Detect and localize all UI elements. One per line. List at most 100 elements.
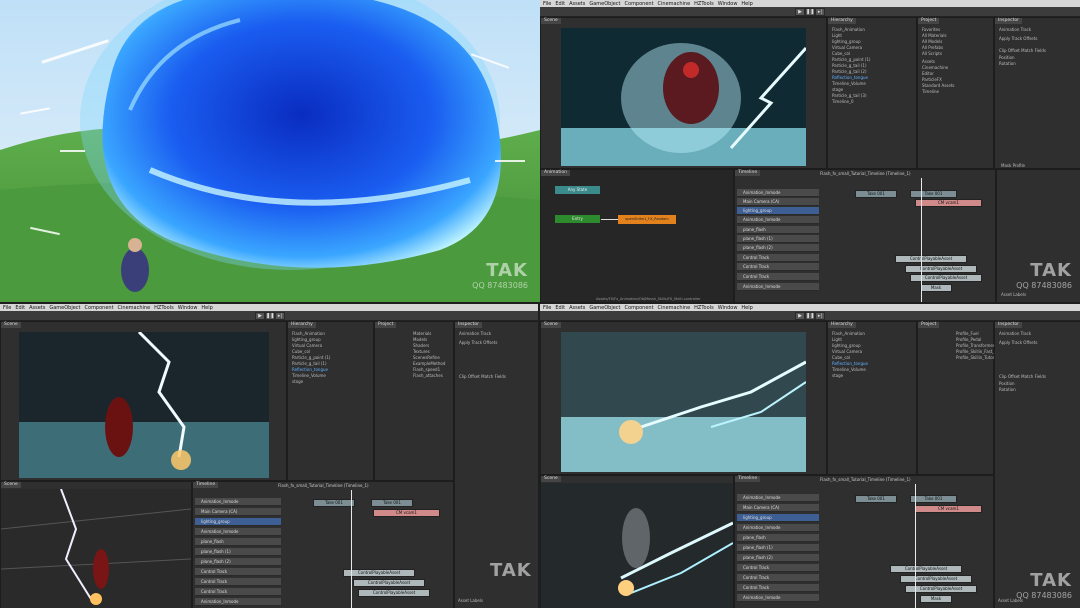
timeline-track[interactable]: Control Track (737, 564, 819, 572)
timeline-track[interactable]: Control Track (195, 588, 281, 596)
menu-gameobject[interactable]: GameObject (49, 305, 80, 311)
inspector-tab[interactable]: Inspector (995, 322, 1022, 328)
project-item[interactable]: All Materials (922, 33, 947, 38)
timeline-tab[interactable]: Timeline (735, 476, 761, 482)
hierarchy-item[interactable]: Cube_col (832, 51, 850, 56)
timeline-clip[interactable]: Take 001 (910, 190, 957, 198)
hierarchy-item[interactable]: Cube_col (832, 355, 850, 360)
timeline-track[interactable]: Control Track (737, 584, 819, 592)
hierarchy-item-selected[interactable]: Reflection_tongue (832, 75, 868, 80)
hierarchy-item[interactable]: Flash_Animation (832, 27, 865, 32)
timeline-track[interactable]: Animation_Inmode (737, 524, 819, 532)
project-item[interactable]: Assets (922, 59, 935, 64)
hierarchy-tab[interactable]: Hierarchy (828, 322, 856, 328)
project-item[interactable]: Standard Assets (922, 83, 955, 88)
any-state-node[interactable]: Any State (555, 186, 600, 194)
timeline-clip[interactable]: ControlPlayableAsset (890, 565, 962, 573)
hierarchy-item[interactable]: lighting_group (832, 343, 861, 348)
playhead[interactable] (915, 484, 916, 608)
menu-edit[interactable]: Edit (555, 1, 565, 7)
hierarchy-item[interactable]: lighting_group (832, 39, 861, 44)
hierarchy-item[interactable]: Particle_g_tail (3) (832, 93, 867, 98)
timeline-clip[interactable]: Take 001 (371, 499, 413, 507)
menu-component[interactable]: Component (85, 305, 114, 311)
timeline-track[interactable]: Control Track (737, 254, 819, 262)
timeline-track[interactable]: plane_flash (737, 226, 819, 234)
hierarchy-tab[interactable]: Hierarchy (288, 322, 316, 328)
timeline-clip[interactable]: ControlPlayableAsset (905, 265, 977, 273)
hierarchy-item[interactable]: Particle_g_tail (2) (832, 69, 867, 74)
timeline-track-selected[interactable]: lighting_group (195, 518, 281, 526)
menu-window[interactable]: Window (178, 305, 198, 311)
timeline-track[interactable]: Animation_Inmode (737, 283, 819, 291)
timeline-track[interactable]: Animation_Inmode (737, 494, 819, 502)
play-button[interactable]: ▶ (795, 312, 805, 320)
step-button[interactable]: ▸| (815, 8, 825, 16)
menu-file[interactable]: File (3, 305, 11, 311)
timeline-track[interactable]: Control Track (737, 263, 819, 271)
hierarchy-item[interactable]: Timeline_Volume (292, 373, 326, 378)
asset-file[interactable]: ScenesRefine (413, 355, 440, 360)
menu-hztools[interactable]: HZTools (154, 305, 174, 311)
project-item[interactable]: Favorites (922, 27, 940, 32)
timeline-track[interactable]: Animation_Inmode (737, 189, 819, 197)
hierarchy-item[interactable]: Timeline_Volume (832, 81, 866, 86)
scene-tab[interactable]: Scene (541, 322, 561, 328)
scene-tab[interactable]: Scene (541, 476, 561, 482)
step-button[interactable]: ▸| (815, 312, 825, 320)
timeline-track[interactable]: Animation_Inmode (195, 528, 281, 536)
menu-window[interactable]: Window (718, 1, 738, 7)
hierarchy-item[interactable]: Cube_col (292, 349, 310, 354)
scene-tab[interactable]: Scene (1, 322, 21, 328)
timeline-clip[interactable]: Take 001 (910, 495, 957, 503)
timeline-track[interactable]: Control Track (737, 574, 819, 582)
timeline-clip[interactable]: ControlPlayableAsset (895, 255, 967, 263)
asset-file[interactable]: ExampleMethod (413, 361, 445, 366)
menu-assets[interactable]: Assets (569, 305, 585, 311)
asset-file[interactable]: Flash_attaches (413, 373, 443, 378)
asset-file[interactable]: Profile_Fuel (956, 331, 979, 336)
timeline-clip[interactable]: ControlPlayableAsset (343, 569, 415, 577)
timeline-track[interactable]: plane_flash (1) (737, 544, 819, 552)
inspector-tab[interactable]: Inspector (995, 18, 1022, 24)
menu-help[interactable]: Help (201, 305, 212, 311)
play-button[interactable]: ▶ (255, 312, 265, 320)
timeline-clip[interactable]: ControlPlayableAsset (900, 575, 972, 583)
asset-file[interactable]: Models (413, 337, 427, 342)
hierarchy-item[interactable]: Virtual Camera (292, 343, 322, 348)
menu-cinemachine[interactable]: Cinemachine (118, 305, 151, 311)
menu-help[interactable]: Help (741, 1, 752, 7)
asset-file[interactable]: Profile_Skillin_Tutorial (956, 355, 999, 360)
hierarchy-item[interactable]: stage (832, 87, 843, 92)
asset-file[interactable]: Flash_speed1 (413, 367, 440, 372)
timeline-clip[interactable]: ControlPlayableAsset (353, 579, 425, 587)
menu-assets[interactable]: Assets (29, 305, 45, 311)
timeline-track[interactable]: Main Camera (CA) (737, 198, 819, 206)
hierarchy-item-selected[interactable]: Reflection_tongue (832, 361, 868, 366)
menu-gameobject[interactable]: GameObject (589, 305, 620, 311)
asset-file[interactable]: Profile_Transformer (956, 343, 994, 348)
hierarchy-item[interactable]: Timeline_Volume (832, 367, 866, 372)
timeline-track[interactable]: Animation_Inmode (737, 594, 819, 602)
hierarchy-item[interactable]: Virtual Camera (832, 349, 862, 354)
hierarchy-tab[interactable]: Hierarchy (828, 18, 856, 24)
menu-edit[interactable]: Edit (555, 305, 565, 311)
menu-help[interactable]: Help (741, 305, 752, 311)
timeline-track[interactable]: plane_flash (1) (195, 548, 281, 556)
timeline-track[interactable]: Control Track (195, 578, 281, 586)
timeline-track[interactable]: Control Track (737, 273, 819, 281)
menu-cinemachine[interactable]: Cinemachine (658, 305, 691, 311)
pause-button[interactable]: ❚❚ (805, 8, 815, 16)
project-item[interactable]: Timeline (922, 89, 939, 94)
project-tab[interactable]: Project (918, 322, 940, 328)
timeline-clip[interactable]: CM vcam1 (915, 199, 982, 207)
project-tab[interactable]: Project (375, 322, 397, 328)
hierarchy-item[interactable]: Virtual Camera (832, 45, 862, 50)
hierarchy-item[interactable]: Light (832, 337, 842, 342)
timeline-track[interactable]: plane_flash (195, 538, 281, 546)
pause-button[interactable]: ❚❚ (805, 312, 815, 320)
menu-file[interactable]: File (543, 305, 551, 311)
asset-file[interactable]: Profile_Pedal (956, 337, 981, 342)
menu-component[interactable]: Component (625, 305, 654, 311)
timeline-track[interactable]: plane_flash (2) (737, 244, 819, 252)
